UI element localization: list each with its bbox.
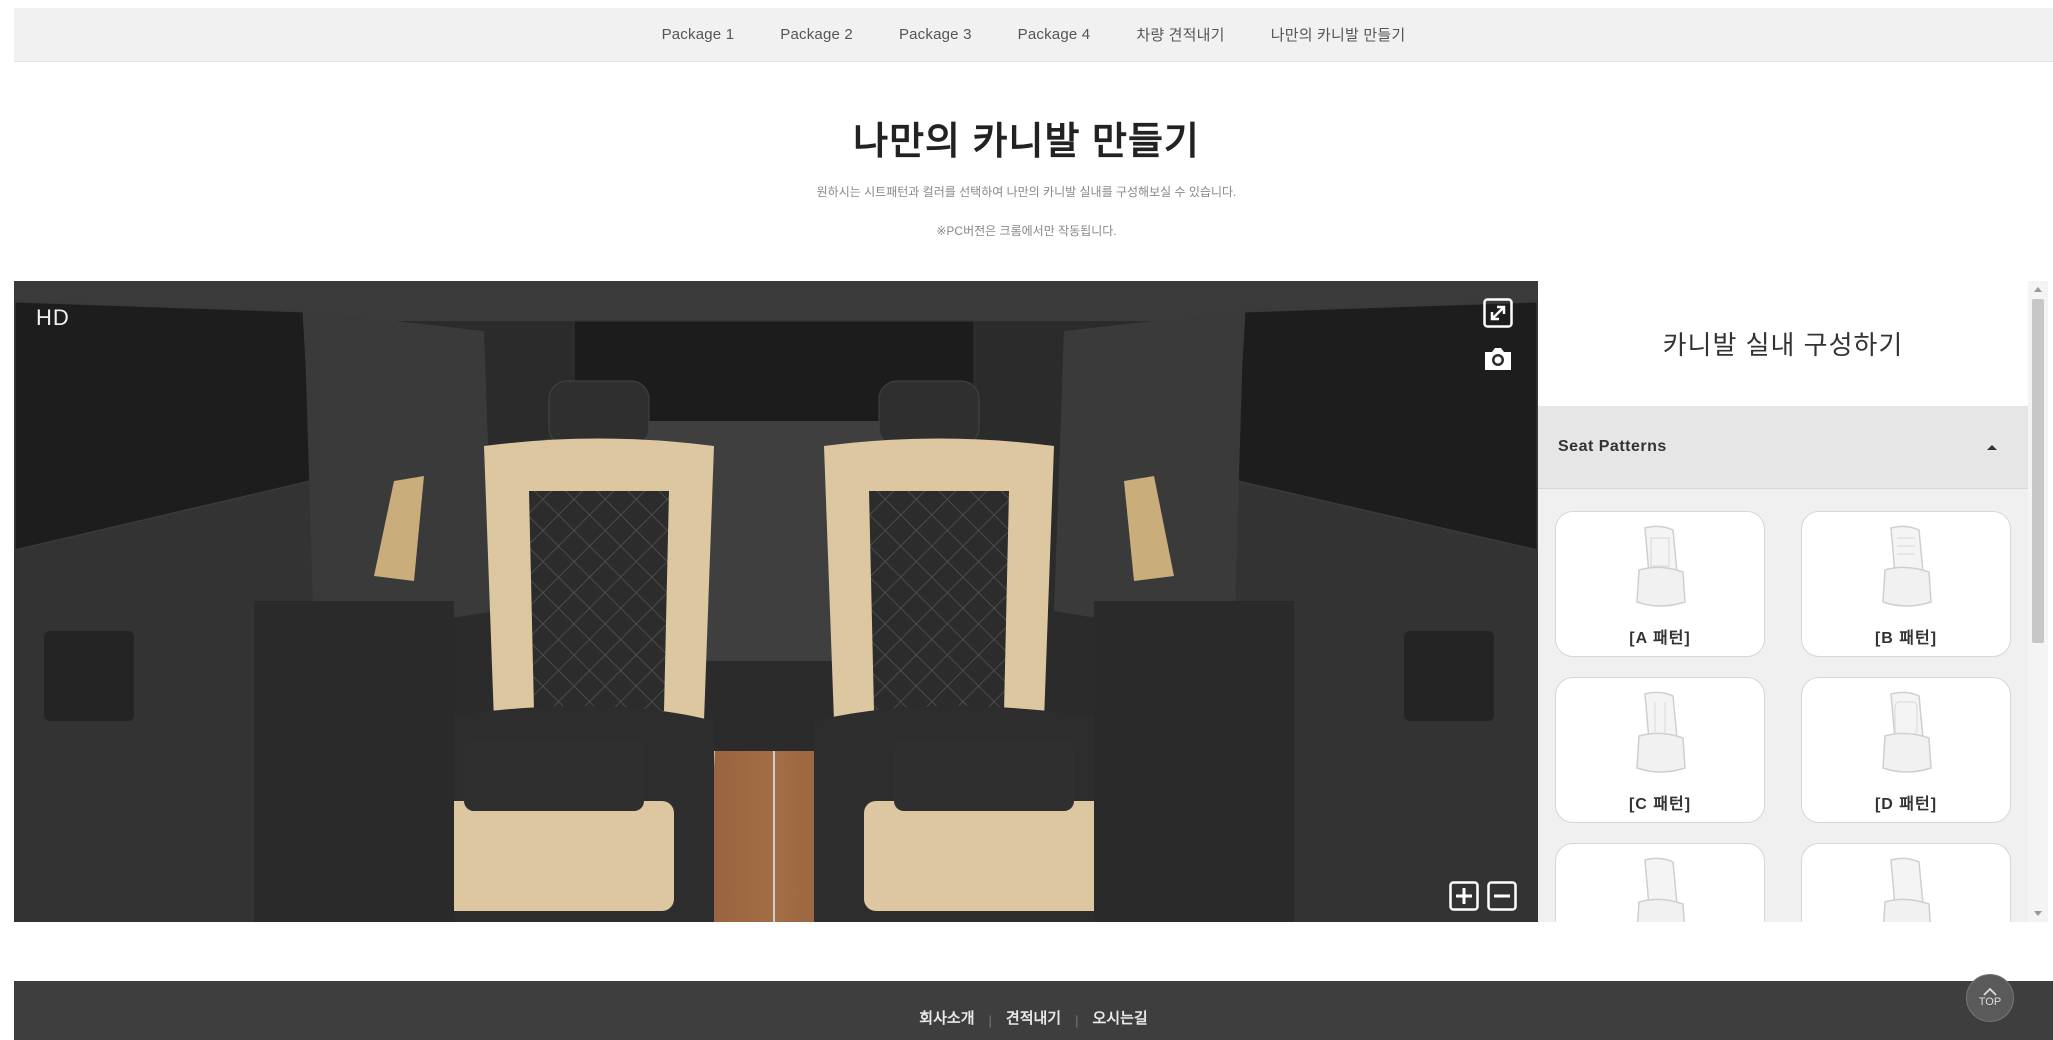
hd-quality-label[interactable]: HD [36,305,70,331]
page-title: 나만의 카니발 만들기 [853,121,1200,163]
config-panel: 카니발 실내 구성하기 Seat Patterns [A 패턴] [B 패턴] [1538,281,2028,922]
expand-icon [1483,298,1513,328]
caret-up-icon [1987,445,1997,450]
minus-icon [1487,881,1517,911]
pattern-label: [A 패턴] [1629,630,1691,647]
seat-thumbnail-icon [1636,691,1686,773]
scroll-up-icon[interactable] [2034,287,2042,292]
seat-thumbnail-icon [1636,857,1685,922]
page-note: ※PC버전은 크롬에서만 작동됩니다. [936,224,1117,238]
zoom-in-button[interactable] [1448,880,1480,912]
seat-thumbnail-icon [1882,691,1932,773]
seat-thumbnail-icon [1636,525,1686,607]
page-heading: 나만의 카니발 만들기 원하시는 시트패턴과 컬러를 선택하여 나만의 카니발 … [0,110,2053,239]
footer-link-about[interactable]: 회사소개 [905,1007,988,1028]
pattern-card-d[interactable]: [D 패턴] [1801,677,2011,823]
nav-item-build-carnival[interactable]: 나만의 카니발 만들기 [1248,24,1429,45]
nav-item-estimate[interactable]: 차량 견적내기 [1113,24,1247,45]
section-title: Seat Patterns [1558,438,1667,455]
pattern-card-f[interactable] [1801,843,2011,922]
footer-link-estimate[interactable]: 견적내기 [992,1007,1075,1028]
pattern-grid: [A 패턴] [B 패턴] [C 패턴] [D 패턴] [1538,489,2028,922]
plus-icon [1449,881,1479,911]
panel-scrollbar[interactable] [2028,281,2048,922]
chevron-up-icon [1983,988,1997,996]
nav-item-package-3[interactable]: Package 3 [876,26,995,43]
pattern-label: [C 패턴] [1628,796,1692,813]
nav-item-package-2[interactable]: Package 2 [757,26,876,43]
pattern-card-e[interactable] [1555,843,1765,922]
scroll-thumb[interactable] [2032,299,2044,643]
seat-thumbnail-icon [1882,857,1931,922]
interior-3d-viewer[interactable]: HD [14,281,1538,922]
nav-item-package-1[interactable]: Package 1 [639,26,758,43]
footer: 회사소개 | 견적내기 | 오시는길 [14,981,2053,1040]
panel-title: 카니발 실내 구성하기 [1662,330,1904,360]
pattern-card-c[interactable]: [C 패턴] [1555,677,1765,823]
panel-header: 카니발 실내 구성하기 [1538,281,2028,406]
footer-link-directions[interactable]: 오시는길 [1078,1007,1161,1028]
cabin-render [14,281,1538,922]
pattern-label: [D 패턴] [1874,796,1938,813]
top-navigation: Package 1 Package 2 Package 3 Package 4 … [14,8,2053,62]
camera-icon [1485,348,1511,370]
seat-thumbnail-icon [1882,525,1932,607]
nav-item-package-4[interactable]: Package 4 [995,26,1114,43]
seat-patterns-toggle[interactable]: Seat Patterns [1538,406,2028,489]
top-label: TOP [1978,996,2002,1008]
pattern-card-b[interactable]: [B 패턴] [1801,511,2011,657]
zoom-out-button[interactable] [1486,880,1518,912]
screenshot-button[interactable] [1482,343,1514,375]
scroll-down-icon[interactable] [2034,911,2042,916]
fullscreen-button[interactable] [1482,297,1514,329]
scroll-top-button[interactable]: TOP [1966,974,2014,1022]
page-description: 원하시는 시트패턴과 컬러를 선택하여 나만의 카니발 실내를 구성해보실 수 … [816,185,1237,199]
pattern-card-a[interactable]: [A 패턴] [1555,511,1765,657]
pattern-label: [B 패턴] [1874,630,1938,647]
